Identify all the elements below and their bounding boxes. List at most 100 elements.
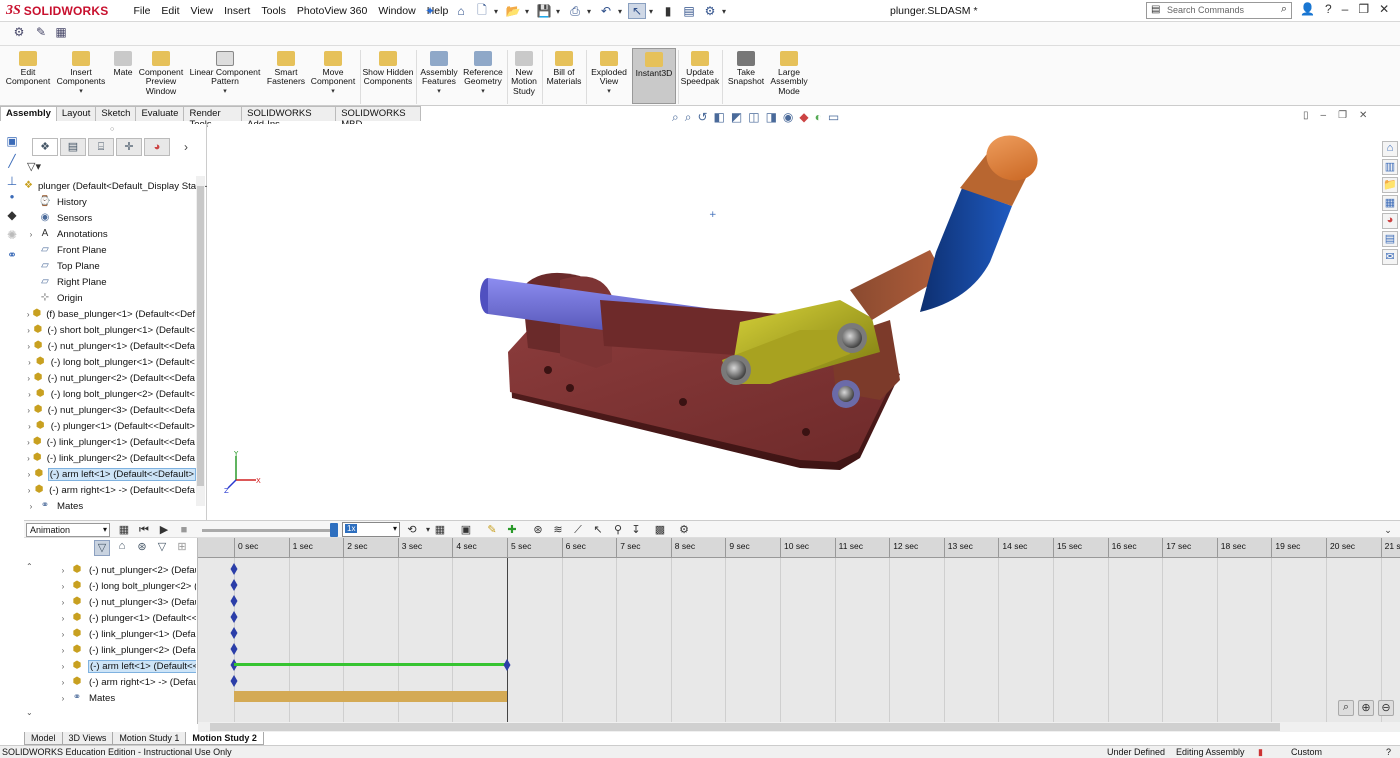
dynamic-annotation-icon[interactable]: ◩	[731, 110, 742, 124]
mates-change-bar[interactable]	[234, 691, 507, 702]
file-explorer-icon[interactable]: 📁	[1382, 177, 1398, 193]
insert-components-button[interactable]: Insert Components ▾	[56, 48, 106, 96]
key-point[interactable]	[230, 675, 238, 687]
tab-3d-views[interactable]: 3D Views	[61, 732, 114, 745]
tab-motion-study-1[interactable]: Motion Study 1	[112, 732, 187, 745]
stop-icon[interactable]: ■	[176, 522, 192, 538]
update-speedpak-button[interactable]: Update Speedpak	[680, 48, 720, 87]
file-properties-icon[interactable]: ▤	[680, 3, 698, 19]
motion-tree-item[interactable]: › ⬢ (-) arm right<1> -> (Defau	[34, 674, 196, 690]
gravity-icon[interactable]: ↧	[628, 522, 644, 538]
tree-item[interactable]: › ⬢ (-) arm left<1> (Default<<Default>	[24, 466, 196, 482]
open-icon[interactable]: 📂	[504, 3, 522, 19]
assembly-features-button[interactable]: Assembly Features ▾	[418, 48, 460, 96]
chevron-right-icon[interactable]: ›	[184, 140, 188, 154]
options-dropdown-icon[interactable]: ▾	[722, 7, 729, 16]
zoom-to-fit-icon[interactable]: ⌕	[1338, 700, 1354, 716]
new-motion-study-button[interactable]: New Motion Study	[509, 48, 539, 96]
key-point[interactable]	[230, 563, 238, 575]
custom-properties-icon[interactable]: ▤	[1382, 231, 1398, 247]
scrollbar-thumb[interactable]	[197, 186, 204, 486]
tab-sketch[interactable]: Sketch	[95, 106, 137, 121]
autokey-icon[interactable]: ✎	[484, 522, 500, 538]
expand-arrow-icon[interactable]: ›	[24, 422, 35, 431]
collapse-motion-manager-icon[interactable]: ⌄	[1380, 522, 1396, 538]
tree-item[interactable]: › ⬢ (-) nut_plunger<3> (Default<<Defa	[24, 402, 196, 418]
zoom-to-fit-icon[interactable]: ⌕	[672, 110, 679, 125]
linear-component-pattern-button[interactable]: Linear Component Pattern ▾	[188, 48, 262, 96]
configuration-manager-tab-icon[interactable]: ⌸	[88, 138, 114, 156]
viewport-close-icon[interactable]: ✕	[1359, 110, 1367, 121]
motion-tree-item[interactable]: › ⬢ (-) link_plunger<1> (Defau	[34, 626, 196, 642]
view-palette-icon[interactable]: ▦	[1382, 195, 1398, 211]
cube-view-icon[interactable]: ▣	[4, 134, 20, 150]
menu-photoview[interactable]: PhotoView 360	[291, 5, 372, 17]
tree-item[interactable]: ⌚ History	[24, 194, 196, 210]
filter-animated-icon[interactable]: ▽	[94, 540, 110, 556]
expand-arrow-icon[interactable]: ›	[56, 678, 70, 687]
menu-edit[interactable]: Edit	[156, 5, 185, 17]
previous-view-icon[interactable]: ↺	[697, 110, 707, 124]
move-component-dropdown-icon[interactable]: ▾	[308, 87, 358, 96]
expand-arrow-icon[interactable]: ›	[24, 406, 33, 415]
tree-item[interactable]: › ⬢ (-) link_plunger<2> (Default<<Defa	[24, 450, 196, 466]
undo-dropdown-icon[interactable]: ▾	[618, 7, 625, 16]
expand-arrow-icon[interactable]: ›	[56, 614, 70, 623]
key-point[interactable]	[230, 611, 238, 623]
viewport-restore-icon[interactable]: ❐	[1338, 110, 1347, 121]
zoom-out-icon[interactable]: ⊖	[1378, 700, 1394, 716]
display-style-icon[interactable]: ◨	[766, 110, 777, 124]
tab-model[interactable]: Model	[24, 732, 63, 745]
help-icon[interactable]: ?	[1325, 2, 1332, 16]
search-commands-input[interactable]: ▤ Search Commands ⌕	[1146, 2, 1292, 19]
linear-pattern-dropdown-icon[interactable]: ▾	[188, 87, 262, 96]
bill-of-materials-button[interactable]: Bill of Materials	[544, 48, 584, 87]
tab-evaluate[interactable]: Evaluate	[135, 106, 185, 121]
filter-results-icon[interactable]: ▽	[154, 540, 170, 556]
expand-arrow-icon[interactable]: ›	[24, 470, 34, 479]
minimize-icon[interactable]: –	[1342, 2, 1349, 16]
key-point[interactable]	[230, 643, 238, 655]
print-icon[interactable]: ⎙	[566, 3, 584, 19]
tab-render-tools[interactable]: Render Tools	[183, 106, 243, 130]
edit-component-button[interactable]: Edit Component	[4, 48, 52, 87]
tree-item[interactable]: › ⬢ (-) long bolt_plunger<1> (Default<	[24, 354, 196, 370]
filter-all-icon[interactable]: ⊞	[174, 540, 190, 556]
expand-arrow-icon[interactable]: ›	[56, 566, 70, 575]
expand-arrow-icon[interactable]: ›	[24, 486, 34, 495]
play-icon[interactable]: ▶	[156, 522, 172, 538]
section-view-icon[interactable]: ◧	[714, 110, 725, 124]
expand-arrow-icon[interactable]: ›	[24, 454, 33, 463]
tree-item[interactable]: › A Annotations	[24, 226, 196, 242]
animation-wizard-icon[interactable]: ▣	[458, 522, 474, 538]
tree-item[interactable]: ▱ Front Plane	[24, 242, 196, 258]
motor-icon[interactable]: ⊛	[530, 522, 546, 538]
timeline-scrollbar[interactable]	[198, 722, 1400, 732]
tab-solidworks-add-ins[interactable]: SOLIDWORKS Add-Ins	[241, 106, 337, 130]
help-icon[interactable]: ?	[1386, 746, 1391, 758]
new-document-icon[interactable]: 🗋	[473, 3, 491, 19]
linkage-icon[interactable]: ⚭	[4, 248, 20, 264]
viewport-tile-icon[interactable]: ▯	[1303, 110, 1309, 121]
spring-icon[interactable]: ≋	[550, 522, 566, 538]
motion-tree-item[interactable]: › ⬢ (-) nut_plunger<3> (Defau	[34, 594, 196, 610]
motion-tree-item[interactable]: › ⚭ Mates	[34, 690, 196, 706]
tree-item[interactable]: › ⚭ Mates	[24, 498, 196, 514]
show-hidden-components-button[interactable]: Show Hidden Components	[362, 48, 414, 87]
search-icon[interactable]: ⌕	[1281, 3, 1287, 16]
filter-icon[interactable]: ▽▾	[27, 160, 41, 173]
select-dropdown-icon[interactable]: ▾	[649, 7, 656, 16]
tree-item[interactable]: › ⬢ (-) arm right<1> -> (Default<<Defa	[24, 482, 196, 498]
tab-layout[interactable]: Layout	[55, 106, 97, 121]
expand-arrow-icon[interactable]: ›	[24, 326, 33, 335]
view-settings-icon[interactable]: ▭	[828, 110, 839, 124]
key-point[interactable]	[230, 627, 238, 639]
instant3d-button[interactable]: Instant3D	[632, 48, 676, 104]
save-dropdown-icon[interactable]: ▾	[556, 7, 563, 16]
change-bar[interactable]	[234, 663, 507, 666]
filter-driving-icon[interactable]: ⌂	[114, 540, 130, 556]
playback-slider[interactable]	[202, 529, 332, 532]
rebuild-traffic-light-icon[interactable]: ▮	[659, 3, 677, 19]
expand-arrow-icon[interactable]: ›	[24, 502, 38, 511]
unit-system[interactable]: Custom	[1291, 746, 1322, 758]
